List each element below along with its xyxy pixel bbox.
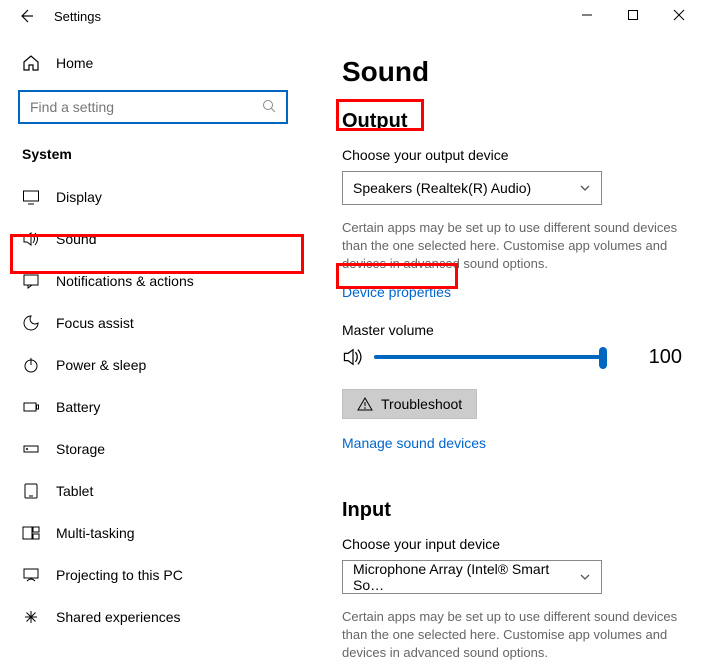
- master-volume-value: 100: [649, 346, 682, 369]
- sidebar-item-display[interactable]: Display: [0, 176, 306, 218]
- sidebar-item-multitask[interactable]: Multi-tasking: [0, 512, 306, 554]
- input-device-selected: Microphone Array (Intel® Smart So…: [353, 561, 579, 593]
- sidebar-item-label: Projecting to this PC: [56, 567, 183, 583]
- sidebar-item-battery[interactable]: Battery: [0, 386, 306, 428]
- sidebar-item-label: Battery: [56, 399, 100, 415]
- sidebar-item-projecting[interactable]: Projecting to this PC: [0, 554, 306, 596]
- window-title: Settings: [54, 9, 101, 24]
- page-title: Sound: [342, 56, 682, 88]
- home-icon: [22, 54, 42, 72]
- output-device-label: Choose your output device: [342, 147, 682, 163]
- search-icon: [262, 99, 278, 115]
- sidebar-item-label: Sound: [56, 231, 96, 247]
- battery-icon: [22, 398, 42, 416]
- sidebar-item-power[interactable]: Power & sleep: [0, 344, 306, 386]
- search-input[interactable]: [28, 98, 262, 116]
- sidebar-item-label: Shared experiences: [56, 609, 181, 625]
- home-nav[interactable]: Home: [0, 44, 306, 82]
- input-heading: Input: [342, 499, 682, 522]
- output-device-select[interactable]: Speakers (Realtek(R) Audio): [342, 171, 602, 205]
- display-icon: [22, 188, 42, 206]
- sidebar-item-sound[interactable]: Sound: [0, 218, 306, 260]
- sidebar-item-label: Notifications & actions: [56, 273, 194, 289]
- output-helper-text: Certain apps may be set up to use differ…: [342, 219, 682, 274]
- output-device-properties-link[interactable]: Device properties: [342, 284, 451, 300]
- master-volume-slider[interactable]: [374, 355, 603, 359]
- sidebar-item-label: Multi-tasking: [56, 525, 135, 541]
- shared-icon: [22, 608, 42, 626]
- back-button[interactable]: [16, 6, 36, 26]
- storage-icon: [22, 440, 42, 458]
- sidebar-item-shared[interactable]: Shared experiences: [0, 596, 306, 638]
- output-heading: Output: [342, 110, 408, 133]
- sidebar-item-label: Tablet: [56, 483, 93, 499]
- minimize-button[interactable]: [564, 0, 610, 30]
- sidebar-item-label: Storage: [56, 441, 105, 457]
- sidebar-item-label: Focus assist: [56, 315, 134, 331]
- slider-thumb[interactable]: [599, 347, 607, 369]
- input-device-label: Choose your input device: [342, 536, 682, 552]
- home-label: Home: [56, 55, 93, 71]
- power-icon: [22, 356, 42, 374]
- sidebar-item-tablet[interactable]: Tablet: [0, 470, 306, 512]
- input-device-select[interactable]: Microphone Array (Intel® Smart So…: [342, 560, 602, 594]
- projecting-icon: [22, 566, 42, 584]
- close-button[interactable]: [656, 0, 702, 30]
- chevron-down-icon: [579, 182, 591, 194]
- search-input-wrap[interactable]: [18, 90, 288, 124]
- troubleshoot-button[interactable]: Troubleshoot: [342, 389, 477, 419]
- section-title: System: [0, 138, 306, 176]
- input-helper-text: Certain apps may be set up to use differ…: [342, 608, 682, 663]
- sidebar-item-storage[interactable]: Storage: [0, 428, 306, 470]
- sidebar-item-notifications[interactable]: Notifications & actions: [0, 260, 306, 302]
- volume-icon: [342, 346, 364, 368]
- sound-icon: [22, 230, 42, 248]
- troubleshoot-label: Troubleshoot: [381, 396, 462, 412]
- warning-icon: [357, 396, 373, 412]
- manage-sound-devices-link[interactable]: Manage sound devices: [342, 435, 486, 451]
- chevron-down-icon: [579, 571, 591, 583]
- maximize-button[interactable]: [610, 0, 656, 30]
- sidebar-item-label: Power & sleep: [56, 357, 146, 373]
- sidebar-item-label: Display: [56, 189, 102, 205]
- tablet-icon: [22, 482, 42, 500]
- output-device-selected: Speakers (Realtek(R) Audio): [353, 180, 531, 196]
- focus-assist-icon: [22, 314, 42, 332]
- master-volume-label: Master volume: [342, 322, 682, 338]
- multitask-icon: [22, 524, 42, 542]
- sidebar-item-focus-assist[interactable]: Focus assist: [0, 302, 306, 344]
- notifications-icon: [22, 272, 42, 290]
